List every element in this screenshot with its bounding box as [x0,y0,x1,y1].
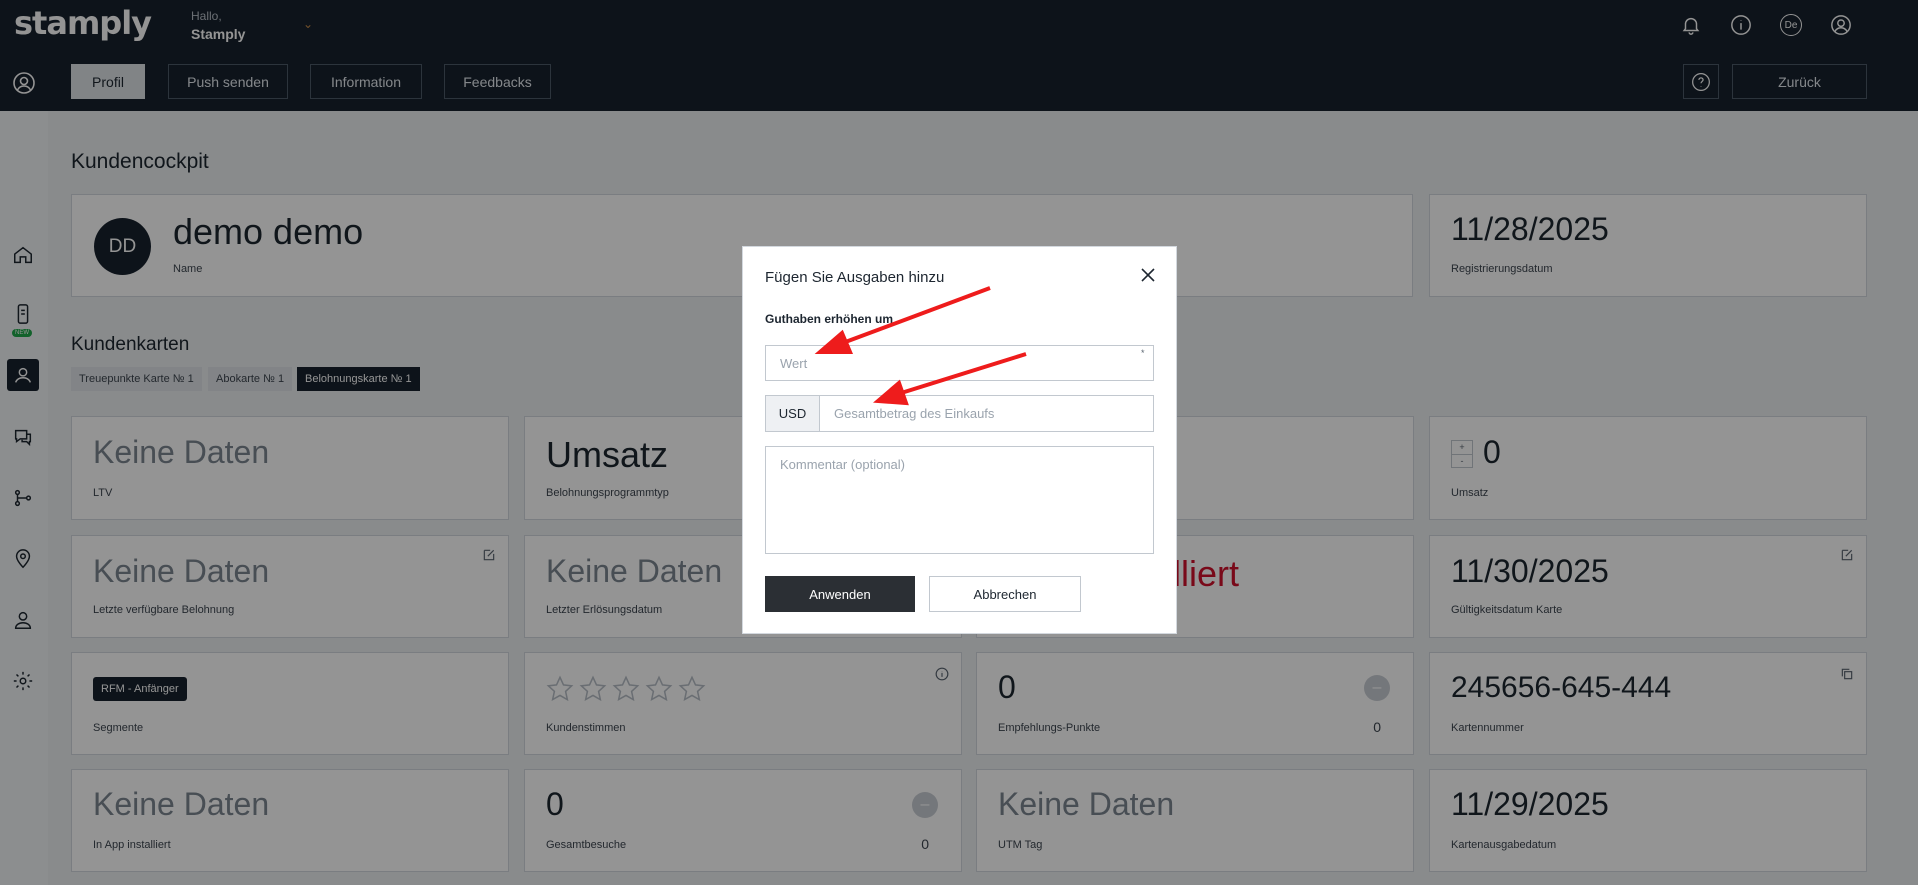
increase-balance-label: Guthaben erhöhen um [765,312,894,326]
close-icon[interactable] [1138,265,1158,285]
value-input[interactable] [765,345,1154,381]
apply-button[interactable]: Anwenden [765,576,915,612]
add-expense-modal: Fügen Sie Ausgaben hinzu Guthaben erhöhe… [742,246,1177,634]
total-amount-group: USD [765,395,1154,432]
currency-label: USD [766,396,820,431]
modal-title: Fügen Sie Ausgaben hinzu [765,269,945,286]
comment-textarea[interactable] [765,446,1154,554]
required-mark: * [1141,348,1145,358]
cancel-button[interactable]: Abbrechen [929,576,1081,612]
total-amount-input[interactable] [820,396,1153,431]
